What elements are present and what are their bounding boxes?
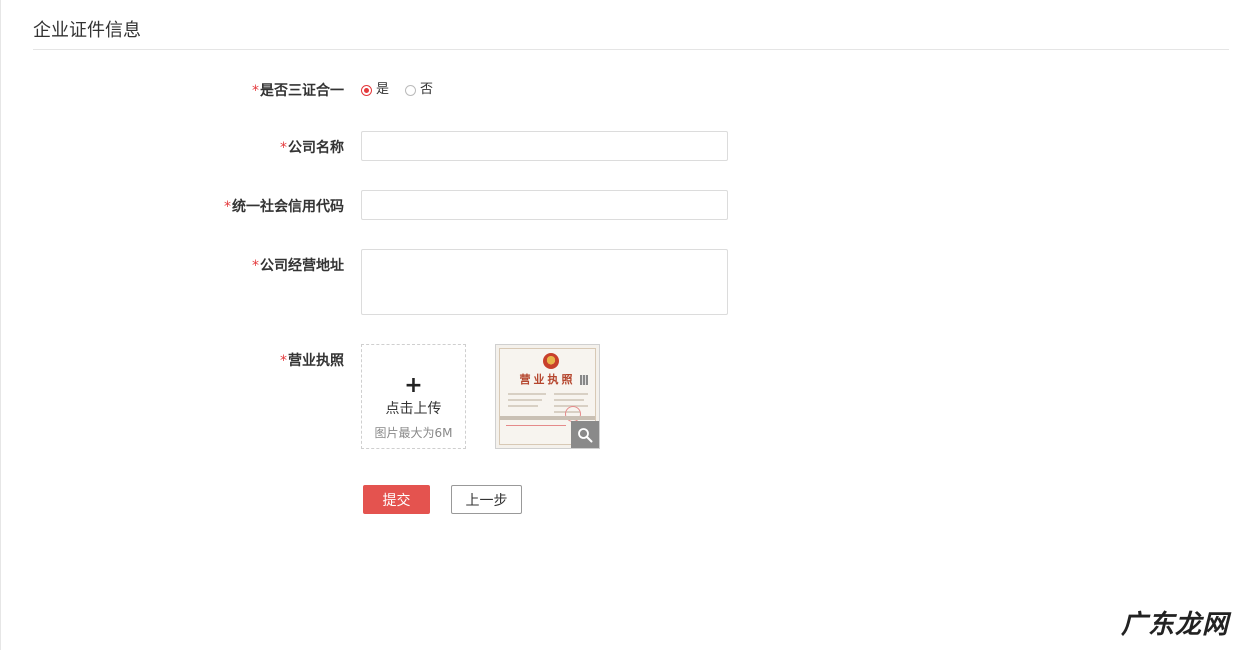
plus-icon: +	[404, 373, 423, 398]
required-mark: *	[252, 83, 259, 99]
radio-yes[interactable]: 是	[361, 80, 389, 100]
radio-no-indicator[interactable]	[405, 84, 417, 96]
radio-group-three-in-one: 是 否	[361, 80, 449, 100]
radio-no[interactable]: 否	[405, 80, 433, 100]
section-title: 企业证件信息	[33, 20, 141, 41]
license-text-line	[508, 405, 538, 407]
radio-yes-indicator[interactable]	[361, 84, 372, 96]
label-business-license-text: 营业执照	[288, 353, 344, 369]
label-business-address-text: 公司经营地址	[260, 258, 344, 274]
company-name-input[interactable]	[361, 131, 728, 161]
label-company-name: *公司名称	[280, 138, 344, 158]
upload-text: 点击上传	[385, 401, 442, 417]
national-emblem-icon	[543, 353, 559, 369]
radio-yes-label: 是	[376, 82, 390, 97]
magnifier-icon-glyph	[578, 427, 593, 442]
license-text-line	[508, 399, 542, 401]
page: 企业证件信息 *是否三证合一 是 否 *公司名称 *统一社会信用代码 *公司经营…	[0, 0, 1255, 650]
required-mark: *	[252, 258, 259, 274]
title-divider	[33, 49, 1229, 50]
license-red-note	[506, 425, 566, 426]
radio-no-label: 否	[420, 82, 434, 97]
license-preview-thumbnail[interactable]: 营业执照	[495, 344, 600, 449]
label-credit-code-text: 统一社会信用代码	[232, 199, 344, 215]
site-watermark: 广东龙网	[1121, 610, 1230, 640]
magnifier-icon[interactable]	[571, 421, 599, 448]
required-mark: *	[280, 353, 287, 369]
label-business-license: *营业执照	[280, 351, 344, 371]
license-footer-bar	[500, 416, 595, 420]
license-text-line	[508, 393, 546, 395]
license-text-line	[554, 399, 584, 401]
label-three-in-one-text: 是否三证合一	[260, 83, 344, 99]
previous-step-button[interactable]: 上一步	[451, 485, 522, 514]
business-address-textarea[interactable]	[361, 249, 728, 315]
license-upload-button[interactable]: + 点击上传 图片最大为6M	[361, 344, 466, 449]
label-three-in-one: *是否三证合一	[252, 81, 344, 101]
required-mark: *	[224, 199, 231, 215]
credit-code-input[interactable]	[361, 190, 728, 220]
license-text-line	[554, 393, 588, 395]
required-mark: *	[280, 140, 287, 156]
label-credit-code: *统一社会信用代码	[224, 197, 344, 217]
qr-code-icon	[580, 375, 588, 385]
submit-button[interactable]: 提交	[363, 485, 430, 514]
label-business-address: *公司经营地址	[252, 256, 344, 276]
label-company-name-text: 公司名称	[288, 140, 344, 156]
upload-hint: 图片最大为6M	[374, 426, 453, 440]
